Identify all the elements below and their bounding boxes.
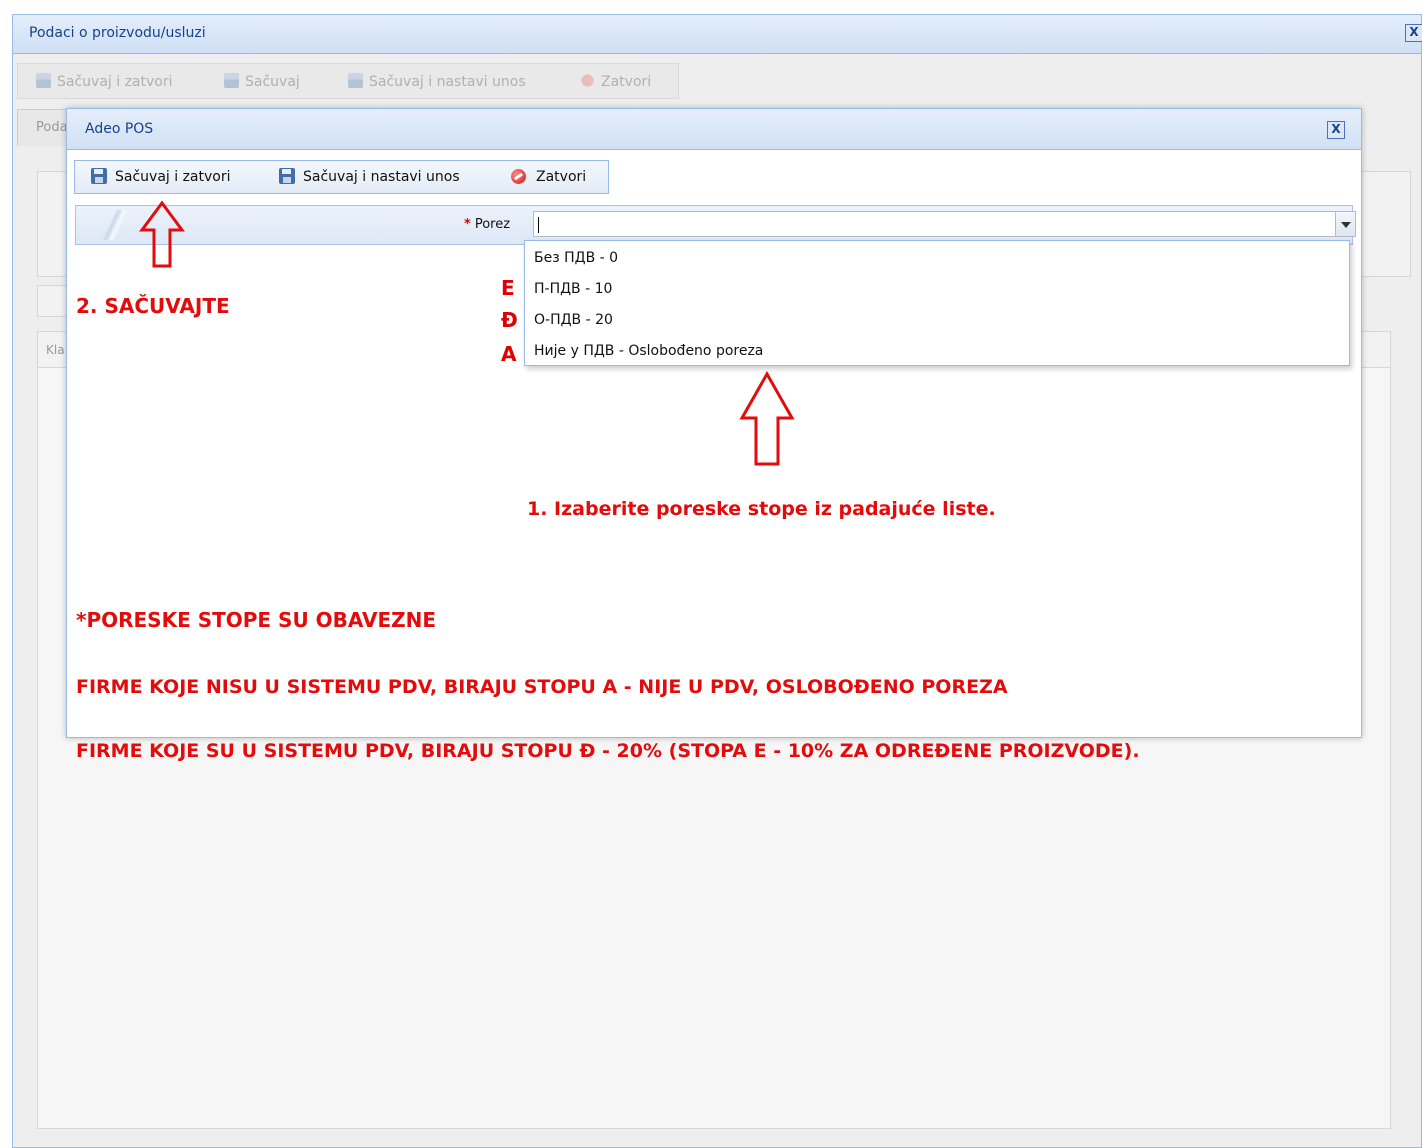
background-save-button[interactable]: Sačuvaj (224, 73, 300, 90)
dropdown-option-bez-pdv[interactable]: Без ПДВ - 0 (525, 243, 1349, 273)
required-asterisk: * (464, 217, 471, 232)
annotation-non-vat: FIRME KOJE NISU U SISTEMU PDV, BIRAJU ST… (76, 676, 1008, 698)
porez-label: * Porez (464, 217, 510, 232)
save-close-label: Sačuvaj i zatvori (115, 169, 231, 185)
dropdown-option-p-pdv[interactable]: П-ПДВ - 10 (525, 274, 1349, 304)
background-save-continue-button[interactable]: Sačuvaj i nastavi unos (348, 73, 526, 90)
background-toolbar-ghost (37, 285, 69, 317)
porez-dropdown-list: Без ПДВ - 0 П-ПДВ - 10 О-ПДВ - 20 Није у… (524, 240, 1350, 366)
background-save-close-label: Sačuvaj i zatvori (57, 74, 173, 90)
porez-label-text: Porez (474, 217, 511, 232)
save-continue-button[interactable]: Sačuvaj i nastavi unos (279, 161, 460, 193)
background-close-icon[interactable]: X (1405, 24, 1422, 42)
decorative-stripe (86, 210, 146, 240)
text-cursor (538, 217, 539, 233)
background-close-label: Zatvori (601, 74, 652, 90)
dropdown-option-nije-u-pdv[interactable]: Није у ПДВ - Oslobođeno poreza (525, 336, 1349, 366)
floppy-icon (224, 73, 239, 88)
background-save-label: Sačuvaj (245, 74, 300, 90)
arrow-up-icon (739, 370, 795, 466)
dialog-title: Adeo POS (85, 121, 154, 137)
background-tab-label: Poda (36, 120, 68, 135)
porez-form-row: * Porez (75, 205, 1356, 245)
porez-combobox-input[interactable] (533, 211, 1336, 237)
save-close-button[interactable]: Sačuvaj i zatvori (91, 161, 231, 193)
dialog-header: Adeo POS X (67, 109, 1361, 150)
floppy-icon (91, 168, 107, 184)
annotation-required: *PORESKE STOPE SU OBAVEZNE (76, 608, 437, 632)
background-toolbar: Sačuvaj i zatvori Sačuvaj Sačuvaj i nast… (17, 63, 679, 99)
background-window-header: Podaci o proizvodu/usluzi X (13, 15, 1422, 54)
background-column-label: Kla (46, 343, 65, 357)
close-label: Zatvori (536, 169, 587, 185)
background-save-continue-label: Sačuvaj i nastavi unos (369, 74, 526, 90)
background-save-close-button[interactable]: Sačuvaj i zatvori (36, 73, 173, 90)
floppy-icon (279, 168, 295, 184)
dialog-close-icon[interactable]: X (1327, 121, 1345, 139)
stop-icon (511, 169, 526, 184)
arrow-up-icon (139, 200, 185, 268)
annotation-step-2: 2. SAČUVAJTE (76, 294, 230, 318)
dropdown-trigger-icon[interactable] (1336, 211, 1356, 237)
rate-letter-e: E (501, 276, 515, 300)
dropdown-option-o-pdv[interactable]: О-ПДВ - 20 (525, 305, 1349, 335)
annotation-step-1: 1. Izaberite poreske stope iz padajuće l… (527, 498, 996, 520)
annotation-vat: FIRME KOJE SU U SISTEMU PDV, BIRAJU STOP… (76, 740, 1140, 762)
background-window-title: Podaci o proizvodu/usluzi (29, 25, 206, 41)
save-continue-label: Sačuvaj i nastavi unos (303, 169, 460, 185)
rate-letter-a: A (501, 342, 517, 366)
rate-letter-dj: Đ (501, 308, 518, 332)
floppy-icon (348, 73, 363, 88)
background-close-button[interactable]: Zatvori (580, 73, 651, 90)
close-button[interactable]: Zatvori (511, 161, 586, 193)
floppy-icon (36, 73, 51, 88)
close-icon (580, 73, 595, 88)
adeo-pos-dialog: Adeo POS X Sačuvaj i zatvori Sačuvaj i n… (66, 108, 1362, 738)
dialog-toolbar: Sačuvaj i zatvori Sačuvaj i nastavi unos… (74, 160, 609, 194)
